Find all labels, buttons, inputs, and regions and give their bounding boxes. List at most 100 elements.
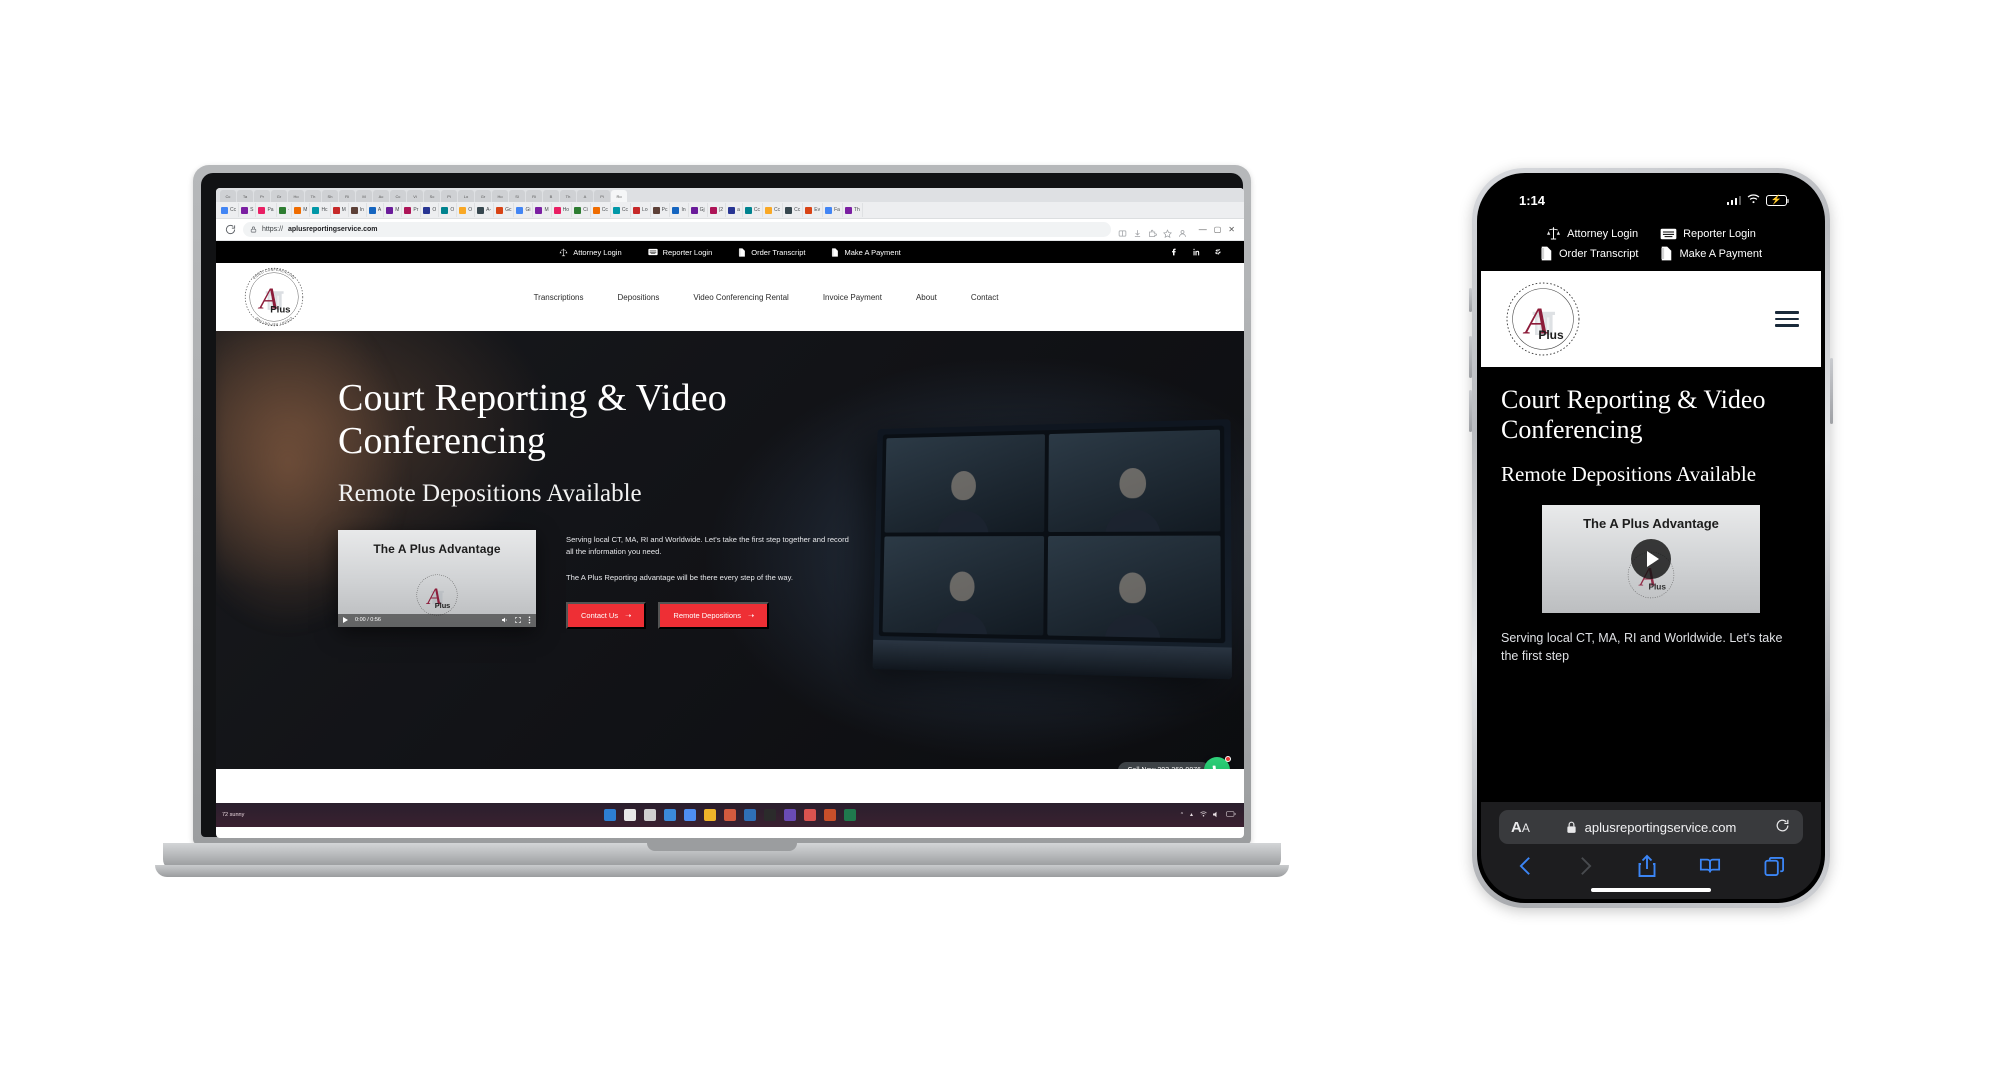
- bookmark-item[interactable]: O: [439, 203, 458, 217]
- shield-icon[interactable]: [784, 809, 796, 821]
- utility-link-reporter-login[interactable]: Reporter Login: [648, 248, 712, 257]
- bookmark-item[interactable]: A-: [475, 203, 495, 217]
- browser-tab[interactable]: Ho: [492, 190, 508, 202]
- yelp-icon[interactable]: [1214, 243, 1222, 261]
- bookmark-item[interactable]: Cc: [743, 203, 763, 217]
- start-icon[interactable]: [604, 809, 616, 821]
- bookmark-item[interactable]: Gi: [514, 203, 534, 217]
- nav-link-transcriptions[interactable]: Transcriptions: [534, 293, 584, 302]
- bookmark-item[interactable]: Cc: [783, 203, 804, 217]
- browser-tab[interactable]: Cc: [390, 190, 406, 202]
- bookmark-item[interactable]: Pc: [651, 203, 671, 217]
- bookmark-item[interactable]: A: [367, 203, 385, 217]
- video-controls[interactable]: 0:00 / 0:56: [338, 613, 536, 627]
- tabs-icon[interactable]: [1764, 856, 1785, 877]
- bookmark-item[interactable]: Hc: [310, 203, 331, 217]
- close-button[interactable]: ✕: [1228, 225, 1235, 234]
- bookmark-item[interactable]: Pa: [256, 203, 277, 217]
- browser-tab[interactable]: Ri: [339, 190, 355, 202]
- nav-link-about[interactable]: About: [916, 293, 937, 302]
- bookmark-item[interactable]: O: [421, 203, 440, 217]
- browser-toolbar-icons[interactable]: — ▢ ✕: [1118, 225, 1235, 238]
- browser-tab[interactable]: Pr: [254, 190, 270, 202]
- photos-icon[interactable]: [804, 809, 816, 821]
- mobile-utility-reporter-login[interactable]: Reporter Login: [1660, 226, 1756, 241]
- silent-switch[interactable]: [1469, 288, 1472, 312]
- chrome-icon[interactable]: [684, 809, 696, 821]
- browser-tab[interactable]: Sc: [424, 190, 440, 202]
- browser-tab[interactable]: Lo: [458, 190, 474, 202]
- window-controls[interactable]: — ▢ ✕: [1199, 225, 1235, 234]
- bookmark-item[interactable]: Pr: [402, 203, 422, 217]
- fullscreen-icon[interactable]: [515, 617, 521, 623]
- tray-battery-icon[interactable]: [1226, 811, 1236, 819]
- nav-link-invoice-payment[interactable]: Invoice Payment: [823, 293, 882, 302]
- mobile-utility-order-transcript[interactable]: Order Transcript: [1540, 246, 1638, 261]
- split-screen-icon[interactable]: [1118, 225, 1127, 237]
- bookmark-item[interactable]: In: [670, 203, 689, 217]
- utility-link-attorney-login[interactable]: Attorney Login: [559, 248, 622, 257]
- bookmark-item[interactable]: Gj: [689, 203, 708, 217]
- bookmark-item[interactable]: In: [349, 203, 367, 217]
- bookmark-item[interactable]: Cc: [591, 203, 611, 217]
- play-button-icon[interactable]: [1631, 539, 1671, 579]
- folder-icon[interactable]: [704, 809, 716, 821]
- mobile-video-player[interactable]: The A Plus Advantage A Plus: [1542, 505, 1760, 613]
- tray-wifi-icon[interactable]: [1200, 811, 1207, 819]
- task-view-icon[interactable]: [644, 809, 656, 821]
- browser-tab[interactable]: Sh: [322, 190, 338, 202]
- bookmark-item[interactable]: Ev: [803, 203, 824, 217]
- bookmark-item[interactable]: O: [457, 203, 476, 217]
- browser-tab[interactable]: Cc: [220, 190, 236, 202]
- facebook-icon[interactable]: [1170, 243, 1178, 261]
- volume-down-button[interactable]: [1469, 390, 1472, 432]
- reload-icon[interactable]: [225, 224, 236, 235]
- power-button[interactable]: [1830, 358, 1833, 424]
- utility-link-order-transcript[interactable]: Order Transcript: [738, 248, 805, 257]
- address-field[interactable]: https:// aplusreportingservice.com: [243, 222, 1111, 237]
- safari-address-bar[interactable]: AA aplusreportingservice.com: [1499, 810, 1803, 844]
- bookmark-item[interactable]: Cc: [611, 203, 632, 217]
- browser-tab[interactable]: Pi: [594, 190, 610, 202]
- bookmark-item[interactable]: Lo: [631, 203, 651, 217]
- bookmark-item[interactable]: (2: [708, 203, 727, 217]
- maximize-button[interactable]: ▢: [1214, 225, 1222, 234]
- browser-tab-strip[interactable]: Cc Ta Pr Gr Ho Th Sh Ri M Ac Cc Vi Sc Pi Lo Gr Ho Sl Ri B Th…: [216, 188, 1244, 202]
- bookmark-item[interactable]: Cc: [763, 203, 784, 217]
- safari-toolbar[interactable]: [1491, 844, 1811, 884]
- site-logo[interactable]: VIDEO CONFERENCING COURT REPORTING A Plu…: [238, 267, 310, 327]
- mail-icon[interactable]: [744, 809, 756, 821]
- bookmark-item[interactable]: ·: [277, 203, 293, 217]
- mobile-utility-make-a-payment[interactable]: Make A Payment: [1660, 246, 1762, 261]
- volume-icon[interactable]: [502, 617, 508, 623]
- browser-tab[interactable]: Th: [305, 190, 321, 202]
- call-now-widget[interactable]: Call Now 203-269-9976: [1118, 756, 1231, 769]
- play-icon[interactable]: [343, 617, 348, 624]
- nav-link-depositions[interactable]: Depositions: [618, 293, 660, 302]
- share-icon[interactable]: [1637, 854, 1657, 878]
- browser-tab[interactable]: M: [356, 190, 372, 202]
- contact-us-button[interactable]: Contact Us ➝: [566, 602, 647, 630]
- call-now-button[interactable]: [1204, 756, 1231, 769]
- profile-avatar-icon[interactable]: [1178, 225, 1187, 237]
- linkedin-icon[interactable]: [1192, 243, 1200, 261]
- browser-tab[interactable]: Ri: [526, 190, 542, 202]
- windows-taskbar[interactable]: 72 sunny ^ ▲: [216, 803, 1244, 827]
- bookmark-item[interactable]: a: [726, 203, 743, 217]
- social-links[interactable]: [1170, 243, 1222, 261]
- widgets-icon[interactable]: [664, 809, 676, 821]
- bookmark-item[interactable]: Ci: [572, 203, 591, 217]
- minimize-button[interactable]: —: [1199, 225, 1207, 234]
- browser-tab[interactable]: A: [577, 190, 593, 202]
- volume-up-button[interactable]: [1469, 336, 1472, 378]
- taskbar-weather[interactable]: 72 sunny: [222, 812, 244, 818]
- browser-tab[interactable]: Ac: [373, 190, 389, 202]
- reload-icon[interactable]: [1775, 818, 1790, 836]
- remote-depositions-button[interactable]: Remote Depositions ➝: [658, 602, 770, 630]
- search-icon[interactable]: [624, 809, 636, 821]
- tray-chevron-icon[interactable]: ^: [1181, 812, 1183, 818]
- bookmark-item[interactable]: M: [384, 203, 403, 217]
- browser-tab[interactable]: Ho: [288, 190, 304, 202]
- bookmark-item[interactable]: M: [533, 203, 552, 217]
- browser-tab[interactable]: B: [543, 190, 559, 202]
